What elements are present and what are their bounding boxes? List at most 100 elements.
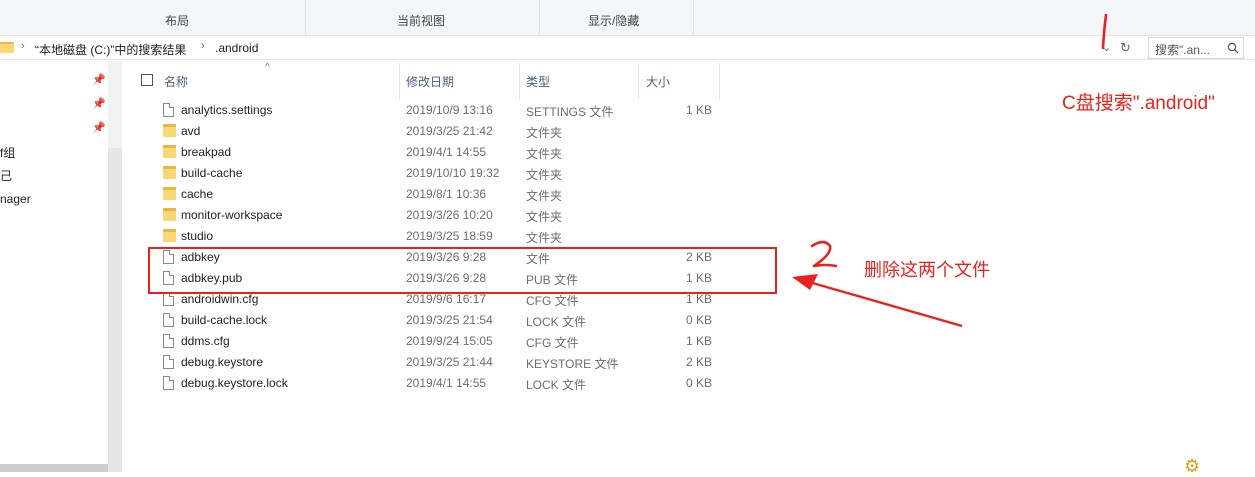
annotation-step1-text: C盘搜索".android" — [1062, 93, 1215, 114]
pin-icon[interactable]: 📌 — [92, 121, 106, 134]
file-name: ddms.cfg — [181, 334, 230, 348]
file-name: debug.keystore — [181, 355, 264, 369]
file-date: 2019/4/1 14:55 — [406, 145, 487, 159]
column-name-header[interactable]: 名称 — [164, 73, 188, 90]
file-row[interactable]: build-cache 2019/10/10 19:32 文件夹 — [124, 163, 1124, 184]
folder-icon — [163, 124, 176, 137]
search-input[interactable]: 搜索".an... — [1155, 41, 1210, 58]
column-size-header[interactable]: 大小 — [646, 73, 670, 90]
file-row[interactable]: cache 2019/8/1 10:36 文件夹 — [124, 184, 1124, 205]
file-name: build-cache.lock — [181, 313, 268, 327]
file-type: CFG 文件 — [526, 294, 579, 308]
folder-icon — [163, 145, 176, 158]
file-type: 文件夹 — [526, 126, 563, 140]
file-name: avd — [181, 124, 201, 138]
column-divider[interactable] — [719, 63, 720, 99]
scrollbar-thumb[interactable] — [108, 148, 122, 472]
column-divider[interactable] — [399, 63, 400, 99]
nav-item[interactable]: f组 — [0, 144, 15, 161]
file-icon — [163, 103, 174, 117]
file-type: LOCK 文件 — [526, 378, 587, 392]
file-date: 2019/10/9 13:16 — [406, 103, 493, 117]
column-divider[interactable] — [519, 63, 520, 99]
scrollbar-track[interactable] — [108, 61, 122, 148]
address-bar[interactable]: › “本地磁盘 (C:)”中的搜索结果 › .android ⌄ ↻ — [0, 36, 1255, 60]
file-name: cache — [181, 187, 214, 201]
ribbon-group-show-hide-label: 显示/隐藏 — [588, 14, 640, 28]
file-icon — [163, 292, 174, 306]
file-row[interactable]: breakpad 2019/4/1 14:55 文件夹 — [124, 142, 1124, 163]
file-type: 文件夹 — [526, 147, 563, 161]
chevron-right-icon[interactable]: › — [21, 40, 25, 52]
file-date: 2019/3/25 18:59 — [406, 229, 493, 243]
ribbon-group-current-view[interactable]: 当前视图 — [306, 0, 540, 36]
file-type: KEYSTORE 文件 — [526, 357, 619, 371]
breadcrumb-android[interactable]: .android — [215, 41, 258, 55]
file-date: 2019/3/25 21:44 — [406, 355, 493, 369]
folder-icon — [163, 229, 176, 242]
file-date: 2019/8/1 10:36 — [406, 187, 487, 201]
annotation-step1-number — [1101, 13, 1108, 50]
column-type-header[interactable]: 类型 — [526, 73, 550, 90]
horizontal-scrollbar[interactable] — [0, 464, 108, 472]
file-date: 2019/10/10 19:32 — [406, 166, 500, 180]
chevron-right-icon[interactable]: › — [201, 40, 205, 52]
folder-icon — [163, 208, 176, 221]
file-row[interactable]: studio 2019/3/25 18:59 文件夹 — [124, 226, 1124, 247]
pin-icon[interactable]: 📌 — [92, 97, 106, 110]
column-divider[interactable] — [638, 63, 639, 99]
file-icon — [163, 334, 174, 348]
file-name: analytics.settings — [181, 103, 273, 117]
search-box[interactable]: 搜索".an... — [1148, 37, 1244, 59]
file-type: CFG 文件 — [526, 336, 579, 350]
file-date: 2019/3/26 10:20 — [406, 208, 493, 222]
search-icon[interactable] — [1227, 42, 1239, 54]
file-row[interactable]: build-cache.lock 2019/3/25 21:54 LOCK 文件 0 … — [124, 310, 1124, 331]
file-name: breakpad — [181, 145, 232, 159]
file-row[interactable]: debug.keystore.lock 2019/4/1 14:55 LOCK 文件… — [124, 373, 1124, 394]
folder-icon — [0, 42, 14, 53]
file-icon — [163, 376, 174, 390]
nav-item[interactable]: 己 — [0, 167, 12, 184]
ribbon-group-layout[interactable]: 布局 — [52, 0, 306, 36]
file-type: LOCK 文件 — [526, 315, 587, 329]
file-icon — [163, 313, 174, 327]
file-type: 文件夹 — [526, 210, 563, 224]
file-type: 文件夹 — [526, 189, 563, 203]
annotation-highlight-box — [148, 247, 777, 294]
gear-icon[interactable]: ⚙ — [1184, 456, 1200, 477]
file-row[interactable]: monitor-workspace 2019/3/26 10:20 文件夹 — [124, 205, 1124, 226]
file-type: 文件夹 — [526, 231, 563, 245]
annotation-arrow — [792, 274, 963, 328]
file-row[interactable]: debug.keystore 2019/3/25 21:44 KEYSTORE 文件… — [124, 352, 1124, 373]
file-row[interactable]: analytics.settings 2019/10/9 13:16 SETTING… — [124, 100, 1124, 121]
file-size: 0 KB — [685, 313, 712, 327]
file-name: studio — [181, 229, 214, 243]
navigation-pane: 📌 📌 📌 f组 己 nager — [0, 61, 124, 472]
ribbon: 布局 当前视图 显示/隐藏 — [0, 0, 1255, 36]
ribbon-group-layout-label: 布局 — [165, 14, 190, 28]
nav-item[interactable]: nager — [0, 192, 31, 206]
breadcrumb-search-results[interactable]: “本地磁盘 (C:)”中的搜索结果 — [35, 41, 186, 58]
file-icon — [163, 355, 174, 369]
file-size: 1 KB — [685, 103, 712, 117]
file-type: 文件夹 — [526, 168, 563, 182]
file-name: debug.keystore.lock — [181, 376, 288, 390]
sort-ascending-icon: ^ — [265, 62, 270, 73]
file-size: 1 KB — [685, 334, 712, 348]
select-all-checkbox[interactable] — [141, 74, 153, 86]
file-type: SETTINGS 文件 — [526, 105, 614, 119]
file-size: 2 KB — [685, 355, 712, 369]
file-row[interactable]: avd 2019/3/25 21:42 文件夹 — [124, 121, 1124, 142]
file-name: build-cache — [181, 166, 243, 180]
file-name: androidwin.cfg — [181, 292, 259, 306]
annotation-step2-number — [810, 240, 838, 268]
file-date: 2019/3/25 21:54 — [406, 313, 493, 327]
file-row[interactable]: ddms.cfg 2019/9/24 15:05 CFG 文件 1 KB — [124, 331, 1124, 352]
file-size: 1 KB — [685, 292, 712, 306]
file-name: monitor-workspace — [181, 208, 283, 222]
pin-icon[interactable]: 📌 — [92, 73, 106, 86]
column-date-header[interactable]: 修改日期 — [406, 73, 454, 90]
ribbon-group-show-hide[interactable]: 显示/隐藏 — [540, 0, 694, 36]
refresh-icon[interactable]: ↻ — [1120, 40, 1131, 56]
